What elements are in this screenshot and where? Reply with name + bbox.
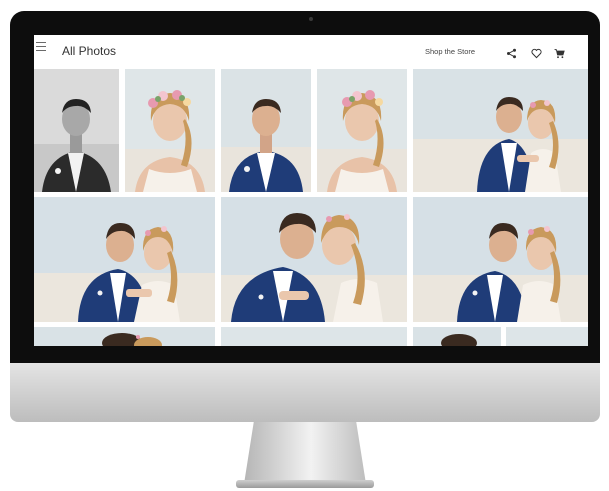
gallery-photo[interactable] [34,197,215,322]
gallery-header: All Photos Shop the Store [34,35,588,68]
monitor-stand [244,422,366,484]
browser-screen: All Photos Shop the Store [34,35,588,346]
gallery-photo[interactable] [413,327,501,346]
gallery-photo[interactable] [413,197,588,322]
share-icon[interactable] [506,46,517,59]
heart-icon[interactable] [531,46,542,59]
gallery-photo[interactable] [317,69,407,192]
monitor-chin [10,363,600,422]
gallery-photo[interactable] [221,327,407,346]
webcam-dot [309,17,313,21]
gallery-photo[interactable] [34,327,215,346]
gallery-photo[interactable] [34,69,119,192]
gallery-photo[interactable] [221,69,311,192]
gallery-photo[interactable] [413,69,588,192]
cart-icon[interactable] [554,46,565,59]
page-title: All Photos [62,44,117,58]
menu-icon[interactable] [36,42,46,51]
shop-the-store-link[interactable]: Shop the Store [425,47,475,56]
gallery-photo[interactable] [125,69,215,192]
gallery-photo[interactable] [506,327,588,346]
monitor-stand-base [236,480,374,488]
gallery-photo[interactable] [221,197,407,322]
